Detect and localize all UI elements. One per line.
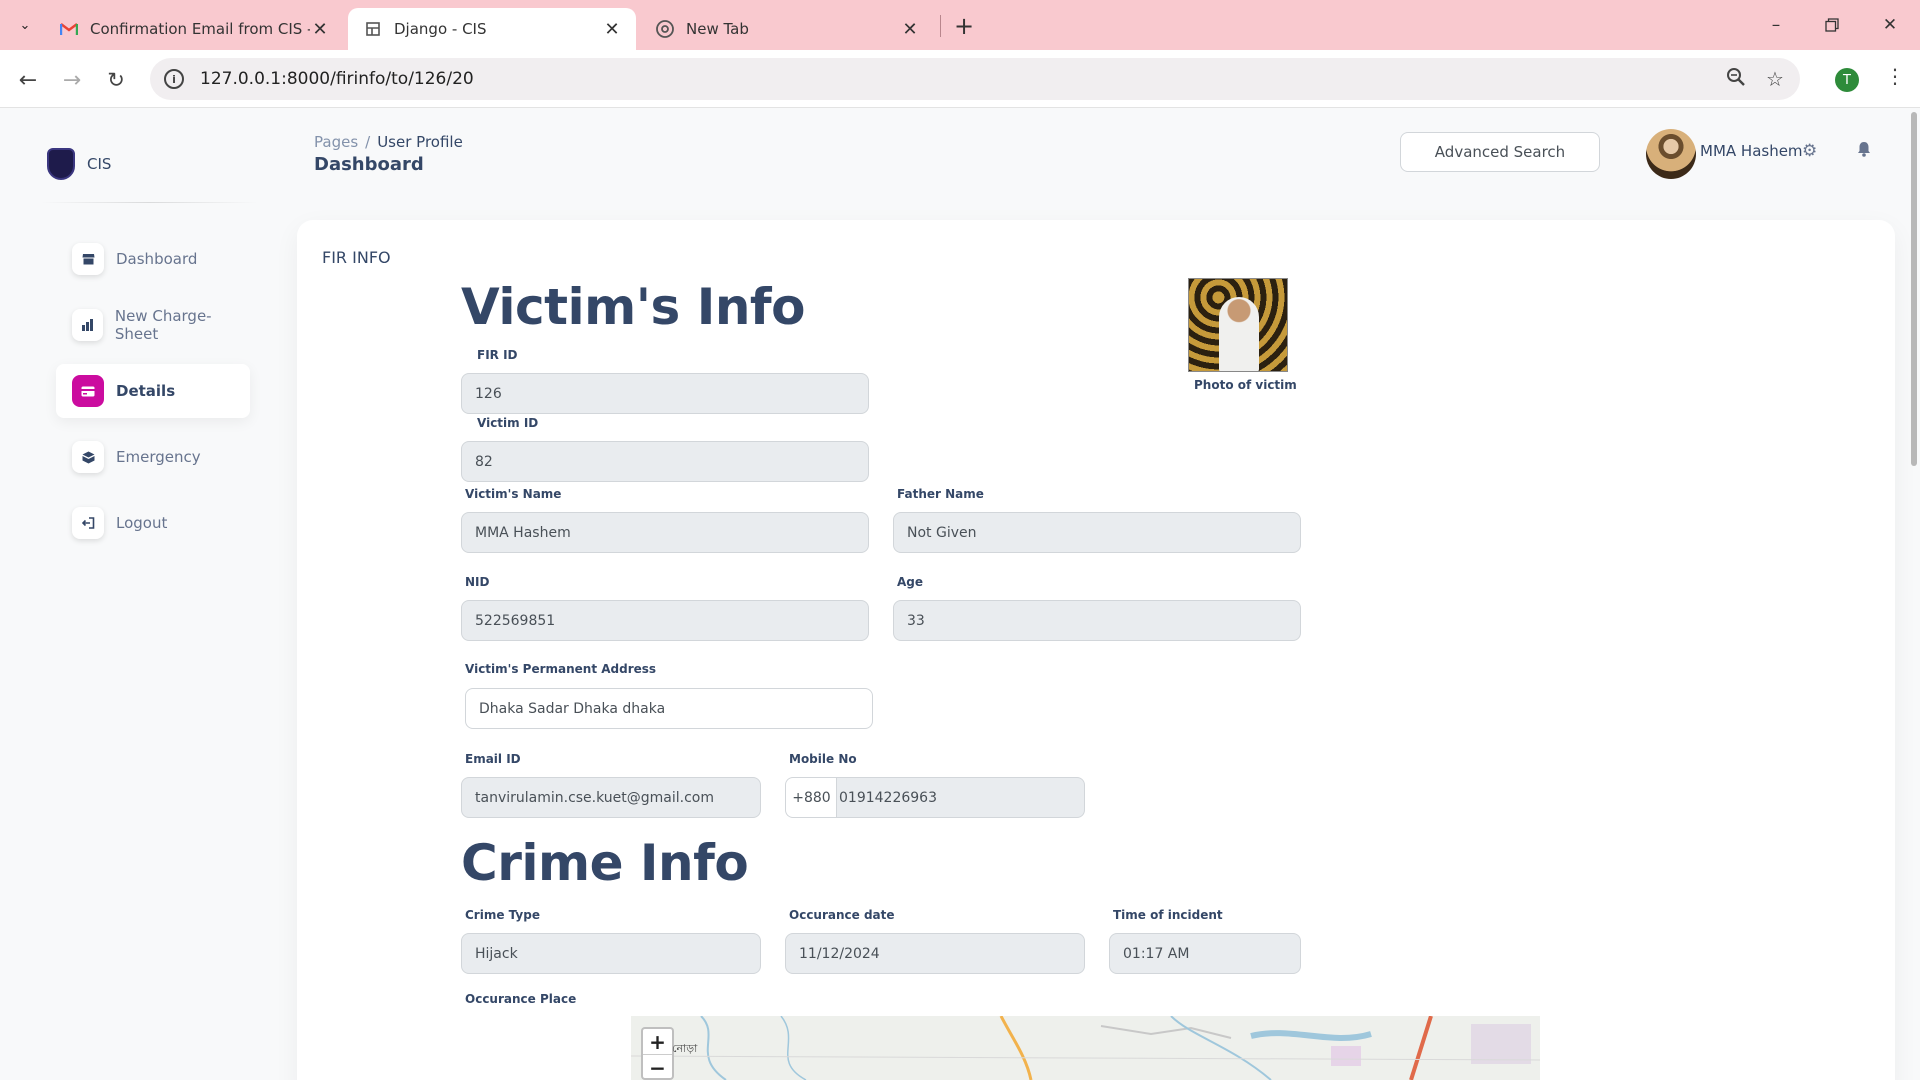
fir-id-field[interactable]: 126 [461, 373, 869, 414]
card-title: FIR INFO [322, 248, 391, 267]
tab-django-cis[interactable]: Django - CIS ✕ [348, 8, 636, 50]
browser-profile-avatar[interactable]: T [1835, 68, 1859, 92]
tab-close-icon[interactable]: ✕ [602, 19, 622, 40]
age-label: Age [897, 575, 924, 589]
sidebar-divider [40, 202, 258, 203]
tab-title: Confirmation Email from CIS - t [90, 20, 310, 38]
occurance-date-field[interactable]: 11/12/2024 [785, 933, 1085, 974]
bookmark-star-icon[interactable]: ☆ [1766, 67, 1784, 91]
user-avatar[interactable] [1646, 129, 1696, 179]
photo-caption: Photo of victim [1194, 378, 1297, 392]
chrome-icon [656, 20, 674, 38]
victim-info-heading: Victim's Info [461, 278, 806, 336]
page-scrollbar[interactable] [1908, 110, 1920, 1080]
victim-id-label: Victim ID [477, 416, 539, 430]
forward-arrow-icon[interactable]: → [57, 65, 87, 95]
tab-close-icon[interactable]: ✕ [310, 19, 330, 40]
browser-tab-strip: ⌄ Confirmation Email from CIS - t ✕ Djan… [0, 0, 1920, 50]
permanent-address-label: Victim's Permanent Address [465, 662, 657, 676]
close-window-icon[interactable]: ✕ [1876, 12, 1904, 38]
restore-icon[interactable] [1818, 12, 1846, 38]
victim-name-label: Victim's Name [465, 487, 562, 501]
tab-separator [940, 15, 941, 37]
gmail-icon [60, 20, 78, 38]
nid-label: NID [465, 575, 490, 589]
sidebar-item-dashboard[interactable]: Dashboard [56, 232, 250, 286]
gear-icon[interactable]: ⚙ [1802, 141, 1817, 161]
police-badge-logo-icon [47, 148, 75, 180]
mobile-label: Mobile No [789, 752, 857, 766]
reload-icon[interactable]: ↻ [101, 65, 131, 95]
sidebar-item-label: Dashboard [116, 250, 198, 268]
tab-gmail[interactable]: Confirmation Email from CIS - t ✕ [44, 8, 344, 50]
email-label: Email ID [465, 752, 521, 766]
tab-title: Django - CIS [394, 20, 487, 38]
sidebar-item-logout[interactable]: Logout [56, 496, 250, 550]
user-name[interactable]: MMA Hashem [1700, 142, 1803, 160]
bell-icon[interactable] [1857, 141, 1871, 161]
occurance-date-label: Occurance date [789, 908, 895, 922]
tab-search-chevron-icon[interactable]: ⌄ [12, 12, 38, 38]
mobile-field[interactable]: 01914226963 [836, 777, 1085, 818]
chart-icon [72, 309, 103, 341]
time-of-incident-label: Time of incident [1113, 908, 1223, 922]
breadcrumb-root[interactable]: Pages [314, 133, 358, 151]
sidebar-item-label: Emergency [116, 448, 201, 466]
django-icon [364, 20, 382, 38]
map-zoom-out-button[interactable]: − [643, 1055, 672, 1080]
tab-title: New Tab [686, 20, 749, 38]
zoom-magnifier-icon[interactable] [1726, 67, 1746, 92]
crime-type-field[interactable]: Hijack [461, 933, 761, 974]
site-info-icon[interactable]: i [164, 69, 184, 89]
country-code-prefix: +880 [785, 777, 837, 818]
father-name-field[interactable]: Not Given [893, 512, 1301, 553]
breadcrumb-current: User Profile [377, 133, 463, 151]
tab-new-tab[interactable]: New Tab ✕ [640, 8, 934, 50]
address-bar[interactable]: i 127.0.0.1:8000/firinfo/to/126/20 ☆ [150, 58, 1800, 100]
sidebar-item-details[interactable]: Details [56, 364, 250, 418]
brand[interactable]: CIS [47, 148, 111, 180]
shop-icon [72, 243, 104, 275]
sidebar-item-label: Logout [116, 514, 168, 532]
victim-id-field[interactable]: 82 [461, 441, 869, 482]
father-name-label: Father Name [897, 487, 984, 501]
sidebar-item-label: Details [116, 382, 176, 400]
map-zoom-control: + − [641, 1027, 674, 1080]
occurance-place-map[interactable] [631, 1016, 1540, 1080]
browser-menu-kebab-icon[interactable]: ⋮ [1885, 64, 1905, 88]
brand-name: CIS [87, 155, 112, 173]
logout-icon [72, 507, 104, 539]
victim-name-field[interactable]: MMA Hashem [461, 512, 869, 553]
tab-close-icon[interactable]: ✕ [900, 19, 920, 40]
sidebar-item-emergency[interactable]: Emergency [56, 430, 250, 484]
breadcrumb-separator: / [365, 133, 371, 151]
breadcrumb: Pages / User Profile [314, 133, 463, 151]
occurance-place-label: Occurance Place [465, 992, 577, 1006]
fir-id-label: FIR ID [477, 348, 518, 362]
email-field[interactable]: tanvirulamin.cse.kuet@gmail.com [461, 777, 761, 818]
page-title: Dashboard [314, 154, 424, 175]
sidebar-item-new-charge-sheet[interactable]: New Charge-Sheet [56, 298, 250, 352]
crime-type-label: Crime Type [465, 908, 540, 922]
nid-field[interactable]: 522569851 [461, 600, 869, 641]
age-field[interactable]: 33 [893, 600, 1301, 641]
back-arrow-icon[interactable]: ← [13, 65, 43, 95]
new-tab-plus-icon[interactable]: + [950, 12, 978, 40]
url-text[interactable]: 127.0.0.1:8000/firinfo/to/126/20 [200, 69, 474, 89]
time-of-incident-field[interactable]: 01:17 AM [1109, 933, 1301, 974]
map-place-label: নোড়া [672, 1042, 698, 1055]
browser-toolbar: ← → ↻ i 127.0.0.1:8000/firinfo/to/126/20… [0, 50, 1920, 108]
minimize-icon[interactable]: – [1762, 12, 1790, 38]
victim-photo [1188, 278, 1288, 372]
advanced-search-button[interactable]: Advanced Search [1400, 132, 1600, 172]
credit-card-icon [72, 375, 104, 407]
sidebar-item-label: New Charge-Sheet [114, 307, 212, 343]
crime-info-heading: Crime Info [461, 834, 749, 892]
scrollbar-thumb[interactable] [1911, 112, 1917, 466]
box-icon [72, 441, 104, 473]
map-zoom-in-button[interactable]: + [643, 1029, 672, 1055]
permanent-address-field[interactable]: Dhaka Sadar Dhaka dhaka [465, 688, 873, 729]
